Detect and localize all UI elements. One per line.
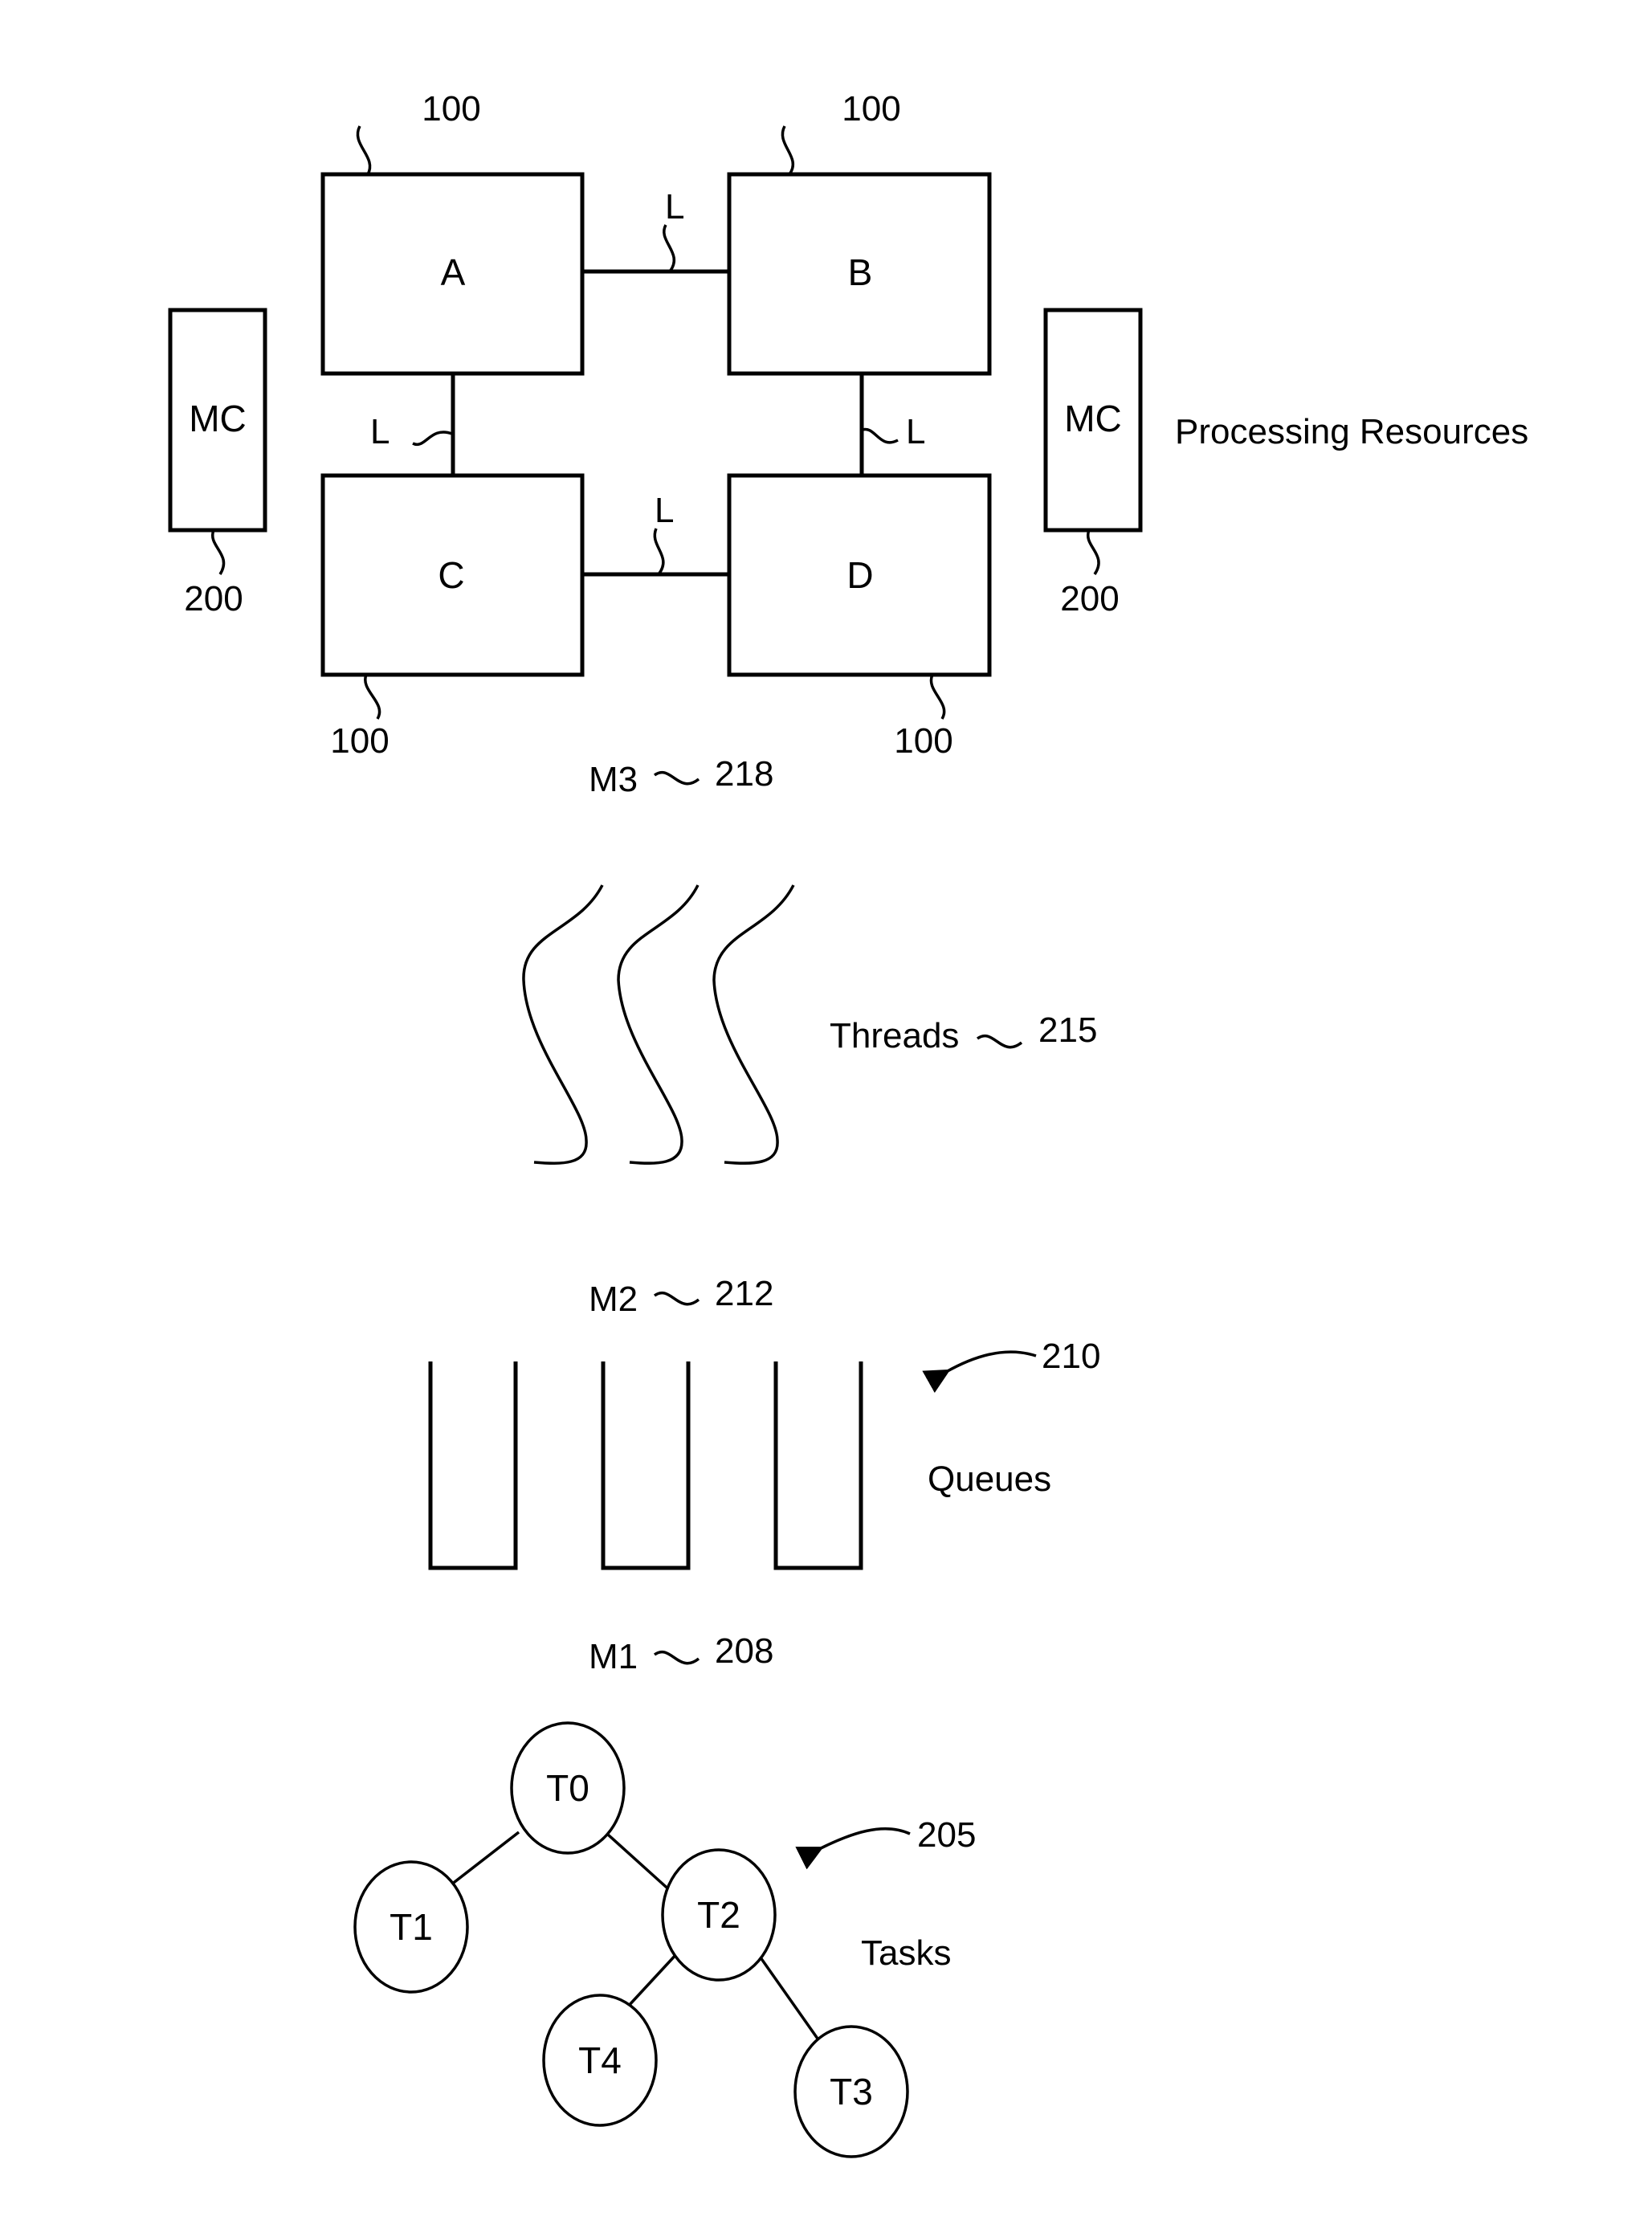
link-label-b-d: L bbox=[906, 412, 925, 451]
link-label-a-c: L bbox=[370, 412, 390, 451]
task-label-t2: T2 bbox=[697, 1894, 740, 1936]
diagram-canvas: A B C D 100 100 100 100 L L L L MC 200 M… bbox=[168, 89, 1528, 2158]
threads-tilde-icon bbox=[976, 1034, 1023, 1049]
mapping-m3: M3 218 bbox=[589, 754, 773, 799]
memory-controller-right-leader bbox=[1086, 529, 1100, 575]
tasks-group: T0 T1 T2 T4 T3 Tasks 205 bbox=[353, 1721, 976, 2158]
task-label-t3: T3 bbox=[830, 2071, 873, 2112]
mapping-m1-ref: 208 bbox=[715, 1631, 773, 1671]
mapping-m1: M1 208 bbox=[589, 1631, 773, 1676]
memory-controller-right-ref: 200 bbox=[1060, 579, 1119, 618]
queues-group: Queues 210 bbox=[428, 1337, 1100, 1570]
ref-label-b: 100 bbox=[842, 89, 900, 129]
node-label-c: C bbox=[438, 554, 464, 596]
queue-2 bbox=[601, 1361, 691, 1570]
task-edge-t0-t1 bbox=[446, 1831, 520, 1889]
link-leader-a-b bbox=[663, 224, 676, 273]
link-leader-c-d bbox=[653, 528, 665, 576]
ref-label-a: 100 bbox=[422, 89, 480, 129]
node-label-d: D bbox=[846, 554, 873, 596]
memory-controller-left-ref: 200 bbox=[184, 579, 243, 618]
tasks-ref-arrow-icon bbox=[795, 1827, 911, 1870]
mapping-m2-tilde-icon bbox=[653, 1291, 700, 1306]
task-label-t4: T4 bbox=[578, 2039, 622, 2081]
ref-leader-b bbox=[781, 125, 795, 176]
queues-ref-arrow-icon bbox=[922, 1350, 1037, 1394]
ref-leader-d bbox=[929, 674, 946, 720]
mapping-m2-ref: 212 bbox=[715, 1274, 773, 1313]
link-leader-b-d bbox=[862, 427, 899, 444]
mapping-m2-label: M2 bbox=[589, 1280, 638, 1319]
ref-label-d: 100 bbox=[894, 721, 952, 761]
task-edge-t0-t2 bbox=[606, 1833, 675, 1895]
link-label-a-b: L bbox=[665, 187, 684, 227]
memory-controller-left-leader bbox=[210, 529, 226, 575]
tasks-ref: 205 bbox=[917, 1815, 976, 1855]
threads-group: Threads 215 bbox=[522, 884, 1097, 1165]
processing-resources-group: A B C D 100 100 100 100 L L L L MC 200 M… bbox=[168, 89, 1528, 761]
memory-controller-right-label: MC bbox=[1064, 398, 1122, 439]
queue-1 bbox=[428, 1361, 518, 1570]
queue-3 bbox=[773, 1361, 863, 1570]
queues-label: Queues bbox=[928, 1459, 1051, 1499]
task-edge-t2-t3 bbox=[755, 1950, 819, 2040]
threads-ref: 215 bbox=[1038, 1010, 1097, 1050]
processing-resources-label: Processing Resources bbox=[1175, 412, 1528, 451]
node-label-b: B bbox=[848, 251, 873, 293]
link-label-c-d: L bbox=[655, 491, 674, 530]
mapping-m2: M2 212 bbox=[589, 1274, 773, 1319]
mapping-m1-tilde-icon bbox=[653, 1650, 700, 1665]
thread-2 bbox=[617, 884, 700, 1165]
node-label-a: A bbox=[441, 251, 466, 293]
ref-leader-a bbox=[356, 125, 372, 175]
task-label-t0: T0 bbox=[546, 1767, 589, 1809]
mapping-m1-label: M1 bbox=[589, 1637, 638, 1676]
queues-ref: 210 bbox=[1042, 1337, 1100, 1376]
ref-label-c: 100 bbox=[330, 721, 389, 761]
mapping-m3-tilde-icon bbox=[653, 770, 700, 786]
task-edge-t2-t4 bbox=[626, 1952, 679, 2009]
task-label-t1: T1 bbox=[390, 1906, 433, 1948]
memory-controller-left-label: MC bbox=[189, 398, 247, 439]
link-leader-a-c bbox=[412, 431, 453, 447]
thread-3 bbox=[712, 884, 795, 1165]
thread-1 bbox=[522, 884, 604, 1165]
ref-leader-c bbox=[364, 674, 381, 720]
threads-label: Threads bbox=[830, 1016, 959, 1055]
mapping-m3-label: M3 bbox=[589, 760, 638, 799]
tasks-label: Tasks bbox=[861, 1933, 951, 1973]
mapping-m3-ref: 218 bbox=[715, 754, 773, 794]
